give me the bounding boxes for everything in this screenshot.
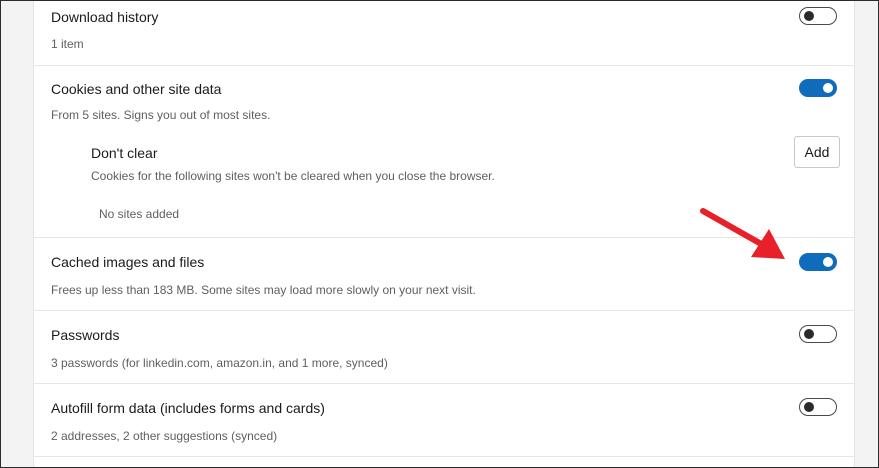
download-history-toggle[interactable]: [799, 7, 837, 25]
cached-images-toggle[interactable]: [799, 253, 837, 271]
setting-description: Frees up less than 183 MB. Some sites ma…: [51, 283, 476, 297]
add-site-button[interactable]: Add: [794, 136, 840, 168]
no-sites-text: No sites added: [99, 207, 180, 221]
toggle-knob: [823, 257, 833, 267]
setting-title: Download history: [51, 9, 159, 25]
dont-clear-title: Don't clear: [91, 145, 158, 161]
setting-description: 3 passwords (for linkedin.com, amazon.in…: [51, 356, 388, 370]
dont-clear-description: Cookies for the following sites won't be…: [91, 169, 495, 183]
toggle-knob: [823, 83, 833, 93]
toggle-knob: [804, 329, 814, 339]
toggle-knob: [804, 402, 814, 412]
toggle-knob: [804, 11, 814, 21]
setting-description: 1 item: [51, 37, 84, 51]
setting-row-passwords: Passwords 3 passwords (for linkedin.com,…: [34, 310, 854, 384]
screenshot-frame: Download history 1 item Cookies and othe…: [0, 0, 879, 468]
setting-row-download-history: Download history 1 item: [34, 1, 854, 66]
setting-description: From 5 sites. Signs you out of most site…: [51, 108, 271, 122]
setting-title: Autofill form data (includes forms and c…: [51, 400, 325, 416]
setting-title: Cookies and other site data: [51, 81, 222, 97]
setting-title: Passwords: [51, 327, 120, 343]
setting-title: Cached images and files: [51, 254, 205, 270]
setting-description: 2 addresses, 2 other suggestions (synced…: [51, 429, 278, 443]
autofill-toggle[interactable]: [799, 398, 837, 416]
cookies-toggle[interactable]: [799, 79, 837, 97]
setting-row-autofill: Autofill form data (includes forms and c…: [34, 383, 854, 457]
passwords-toggle[interactable]: [799, 325, 837, 343]
red-arrow-icon: [700, 208, 785, 259]
